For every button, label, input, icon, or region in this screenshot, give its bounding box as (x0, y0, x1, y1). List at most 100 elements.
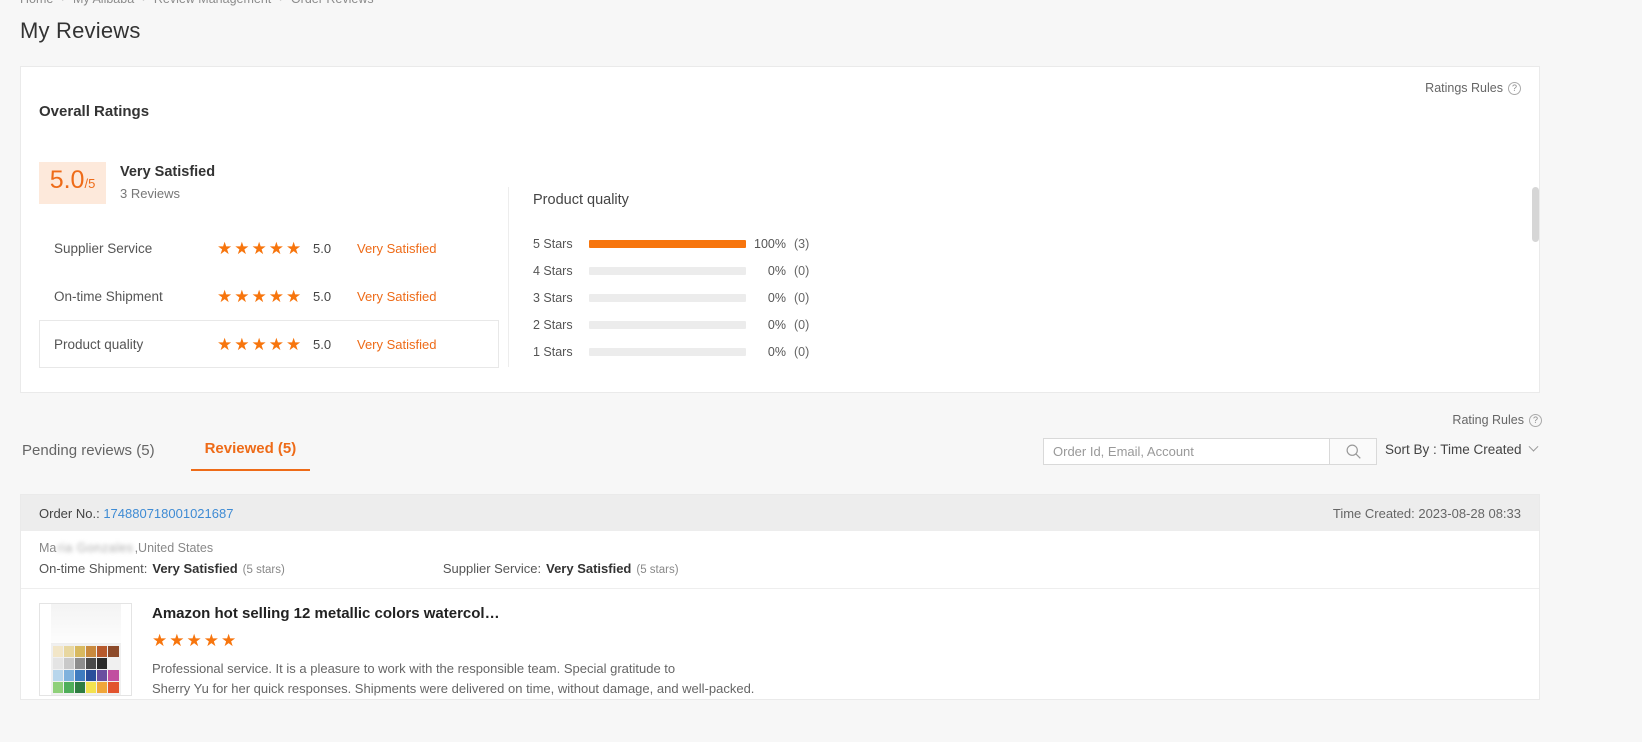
sort-by-label: Sort By : Time Created (1385, 442, 1522, 457)
chart-value-label: 0% (767, 344, 786, 359)
palette-swatches (50, 644, 121, 695)
review-item: Order No.: 174880718001021687 Time Creat… (20, 494, 1540, 700)
chart-bar-track (589, 239, 746, 248)
chart-value-label: 0% (767, 317, 786, 332)
overall-score-badge: 5.0 /5 (39, 162, 106, 204)
palette-swatch (52, 682, 63, 693)
search-button[interactable] (1329, 438, 1377, 465)
palette-swatch (108, 646, 119, 657)
palette-swatch (97, 682, 108, 693)
palette-swatch (63, 646, 74, 657)
metric-score: 5.0 (313, 240, 332, 256)
metric-stars: ★ ★ ★ ★ ★ (217, 334, 302, 354)
palette-swatch (97, 658, 108, 669)
product-thumbnail[interactable] (39, 603, 132, 696)
search-box (1043, 438, 1377, 465)
review-tabs: Pending reviews (5) Reviewed (5) (20, 432, 311, 471)
palette-swatch (52, 646, 63, 657)
metric-row-supplier-service[interactable]: Supplier Service ★ ★ ★ ★ ★ 5.0 Very Satisfie… (39, 224, 499, 272)
palette-swatch (108, 658, 119, 669)
order-no-link[interactable]: 174880718001021687 (103, 506, 233, 521)
rating-distribution-chart: Product quality 5 Stars 100% (3) 4 Stars 0% (… (533, 192, 830, 365)
palette-swatch (74, 658, 85, 669)
rating-rules-link[interactable]: Rating Rules ? (1452, 413, 1542, 427)
palette-swatch (86, 646, 97, 657)
review-header: Order No.: 174880718001021687 Time Creat… (21, 495, 1539, 531)
help-question-icon[interactable]: ? (1529, 413, 1542, 427)
help-question-icon[interactable]: ? (1508, 81, 1521, 95)
card-scrollbar[interactable] (1532, 187, 1539, 242)
overall-score-label: Very Satisfied (120, 164, 216, 180)
search-icon (1346, 444, 1361, 459)
chart-category-label: 2 Stars (533, 317, 573, 332)
breadcrumb-item-my-alibaba[interactable]: My Alibaba (73, 0, 134, 6)
rating-value: Very Satisfied (546, 561, 632, 576)
chart-value-label: 0% (767, 290, 786, 305)
overall-ratings-card: Ratings Rules ? Overall Ratings 5.0 /5 V… (20, 66, 1540, 393)
review-body: Amazon hot selling 12 metallic colors wa… (21, 588, 1539, 699)
rating-supplier-service: Supplier Service: Very Satisfied (5 star… (443, 561, 679, 576)
breadcrumb-item-order-reviews[interactable]: Order Reviews (291, 0, 374, 6)
overall-review-count: 3 Reviews (120, 186, 180, 201)
chart-count-label: (0) (794, 263, 810, 278)
palette-swatch (63, 670, 74, 681)
palette-swatch (108, 682, 119, 693)
chart-bar-fill (589, 239, 746, 248)
breadcrumb-item-home[interactable]: Home (20, 0, 53, 6)
chart-row: 1 Stars 0% (0) (533, 338, 830, 365)
chart-category-label: 1 Stars (533, 344, 573, 359)
chart-bar-track (589, 347, 746, 356)
chart-row: 4 Stars 0% (0) (533, 257, 830, 284)
chart-category-label: 3 Stars (533, 290, 573, 305)
metric-stars: ★ ★ ★ ★ ★ (217, 238, 302, 258)
product-rating-stars: ★ ★ ★ ★ ★ (152, 631, 237, 650)
overall-ratings-title: Overall Ratings (39, 103, 150, 120)
tab-pending-reviews[interactable]: Pending reviews (5) (20, 434, 157, 471)
metric-list: Supplier Service ★ ★ ★ ★ ★ 5.0 Very Satisfie… (39, 224, 499, 368)
tab-reviewed[interactable]: Reviewed (5) (190, 432, 311, 471)
rating-stars-text: (5 stars) (636, 564, 679, 576)
buyer-name-redacted: ria Gonzales (57, 541, 134, 555)
chart-count-label: (0) (794, 317, 810, 332)
chart-count-label: (0) (794, 344, 810, 359)
palette-swatch (86, 670, 97, 681)
overall-score-value: 5.0 (49, 166, 85, 194)
sort-by-dropdown[interactable]: Sort By : Time Created (1385, 441, 1539, 457)
time-created: Time Created: 2023-08-28 08:33 (1332, 505, 1521, 521)
rating-label: On-time Shipment: (39, 561, 148, 576)
palette-swatch (52, 670, 63, 681)
palette-swatch (74, 670, 85, 681)
ratings-rules-link[interactable]: Ratings Rules ? (1425, 81, 1521, 95)
product-title[interactable]: Amazon hot selling 12 metallic colors wa… (152, 605, 754, 622)
overall-score-summary: 5.0 /5 Very Satisfied 3 Reviews (39, 162, 215, 204)
breadcrumb-separator-icon: › (142, 0, 146, 5)
chart-bar-track (589, 320, 746, 329)
metric-row-product-quality[interactable]: Product quality ★ ★ ★ ★ ★ 5.0 Very Satisfied (39, 320, 499, 368)
metric-score: 5.0 (313, 336, 332, 352)
breadcrumb-item-review-management[interactable]: Review Management (154, 0, 271, 6)
chart-row: 2 Stars 0% (0) (533, 311, 830, 338)
search-input[interactable] (1043, 438, 1329, 465)
chart-rows: 5 Stars 100% (3) 4 Stars 0% (0) 3 Stars 0% (0) 2 … (533, 230, 830, 365)
review-text-line-1: Professional service. It is a pleasure t… (152, 661, 676, 676)
review-text-line-2: Sherry Yu for her quick responses. Shipm… (152, 681, 755, 696)
rating-stars-text: (5 stars) (242, 564, 285, 576)
chart-category-label: 4 Stars (533, 263, 573, 278)
ratings-rules-label: Ratings Rules (1425, 81, 1503, 95)
metric-stars: ★ ★ ★ ★ ★ (217, 286, 302, 306)
rating-rules-label: Rating Rules (1452, 413, 1524, 427)
metric-row-on-time-shipment[interactable]: On-time Shipment ★ ★ ★ ★ ★ 5.0 Very Satisfie… (39, 272, 499, 320)
palette-swatch (63, 682, 74, 693)
rating-on-time-shipment: On-time Shipment: Very Satisfied (5 star… (39, 561, 285, 576)
metric-label: Product quality (54, 336, 144, 352)
palette-swatch (97, 670, 108, 681)
my-reviews-page: Home › My Alibaba › Review Management › … (0, 0, 1642, 742)
rating-value: Very Satisfied (152, 561, 238, 576)
palette-swatch (86, 682, 97, 693)
palette-swatch (86, 658, 97, 669)
review-ratings-line: On-time Shipment: Very Satisfied (5 star… (21, 555, 1539, 588)
buyer-name-prefix: Ma (39, 541, 57, 555)
palette-swatch (63, 658, 74, 669)
chart-category-label: 5 Stars (533, 236, 573, 251)
chart-value-label: 100% (754, 236, 786, 251)
